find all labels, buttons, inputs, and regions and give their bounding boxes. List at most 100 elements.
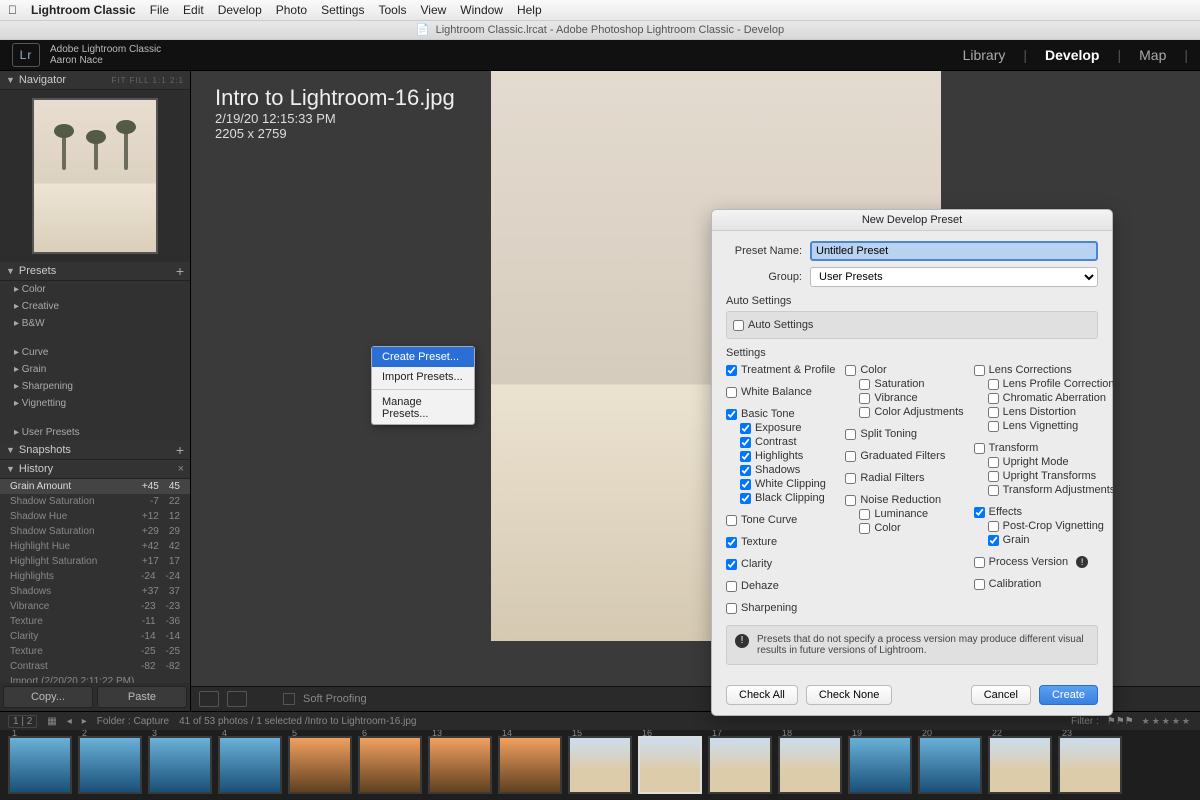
- ctx-import-presets[interactable]: Import Presets...: [372, 367, 474, 387]
- setting-checkbox[interactable]: Post-Crop Vignetting: [974, 519, 1120, 533]
- mac-menu-item[interactable]: View: [420, 3, 446, 17]
- setting-checkbox[interactable]: White Clipping: [726, 477, 835, 491]
- group-select[interactable]: User Presets: [810, 267, 1098, 287]
- grid-icon[interactable]: ▦: [47, 716, 56, 727]
- history-step[interactable]: Highlight Saturation+1717: [0, 554, 190, 569]
- folder-path[interactable]: Folder : Capture: [97, 716, 169, 727]
- mac-menu-item[interactable]: File: [150, 3, 169, 17]
- arrow-left-icon[interactable]: ◂: [67, 716, 72, 727]
- setting-checkbox[interactable]: Grain: [974, 533, 1120, 547]
- filmstrip-thumbnail[interactable]: 2: [78, 736, 142, 794]
- add-preset-icon[interactable]: +: [176, 263, 184, 279]
- setting-checkbox[interactable]: Shadows: [726, 463, 835, 477]
- setting-checkbox[interactable]: Treatment & Profile: [726, 363, 835, 377]
- filmstrip-thumbnail[interactable]: 20: [918, 736, 982, 794]
- preset-folder[interactable]: ▸ Grain: [0, 361, 190, 378]
- cancel-button[interactable]: Cancel: [971, 685, 1031, 705]
- auto-settings-checkbox[interactable]: [733, 320, 744, 331]
- history-step[interactable]: Shadow Saturation-722: [0, 494, 190, 509]
- setting-checkbox[interactable]: Luminance: [845, 507, 963, 521]
- history-step[interactable]: Highlights-24-24: [0, 569, 190, 584]
- history-step[interactable]: Texture-25-25: [0, 644, 190, 659]
- setting-checkbox[interactable]: Sharpening: [726, 601, 835, 615]
- setting-checkbox[interactable]: Effects: [974, 505, 1120, 519]
- setting-checkbox[interactable]: Vibrance: [845, 391, 963, 405]
- module-develop[interactable]: Develop: [1045, 47, 1099, 63]
- setting-checkbox[interactable]: Chromatic Aberration: [974, 391, 1120, 405]
- setting-checkbox[interactable]: Highlights: [726, 449, 835, 463]
- rating-filter[interactable]: ★★★★★: [1142, 716, 1192, 727]
- setting-checkbox[interactable]: Transform Adjustments: [974, 483, 1120, 497]
- preset-folder[interactable]: ▸ Color: [0, 281, 190, 298]
- filmstrip-thumbnail[interactable]: 19: [848, 736, 912, 794]
- filmstrip-thumbnail[interactable]: 5: [288, 736, 352, 794]
- filmstrip-thumbnail[interactable]: 1: [8, 736, 72, 794]
- setting-checkbox[interactable]: Upright Transforms: [974, 469, 1120, 483]
- setting-checkbox[interactable]: Black Clipping: [726, 491, 835, 505]
- softproof-checkbox[interactable]: [283, 693, 295, 705]
- snapshots-header[interactable]: ▼Snapshots +: [0, 441, 190, 460]
- history-step[interactable]: Shadow Hue+1212: [0, 509, 190, 524]
- before-after-icon[interactable]: [227, 691, 247, 707]
- history-step[interactable]: Contrast-82-82: [0, 659, 190, 674]
- preset-folder[interactable]: ▸ User Presets: [0, 424, 190, 441]
- create-button[interactable]: Create: [1039, 685, 1098, 705]
- filmstrip-thumbnail[interactable]: 22: [988, 736, 1052, 794]
- paste-button[interactable]: Paste: [97, 686, 187, 708]
- mac-menu-item[interactable]: Help: [517, 3, 542, 17]
- setting-checkbox[interactable]: Dehaze: [726, 579, 835, 593]
- history-step[interactable]: Vibrance-23-23: [0, 599, 190, 614]
- history-header[interactable]: ▼History ×: [0, 460, 190, 479]
- history-step[interactable]: Clarity-14-14: [0, 629, 190, 644]
- mac-menu-item[interactable]: Develop: [218, 3, 262, 17]
- history-step[interactable]: Shadow Saturation+2929: [0, 524, 190, 539]
- add-snapshot-icon[interactable]: +: [176, 442, 184, 458]
- filmstrip-thumbnail[interactable]: 18: [778, 736, 842, 794]
- setting-checkbox[interactable]: Lens Profile Corrections: [974, 377, 1120, 391]
- setting-checkbox[interactable]: Calibration: [974, 577, 1120, 591]
- history-step[interactable]: Shadows+3737: [0, 584, 190, 599]
- setting-checkbox[interactable]: Saturation: [845, 377, 963, 391]
- filmstrip-thumbnail[interactable]: 3: [148, 736, 212, 794]
- mac-menu-item[interactable]: Window: [460, 3, 503, 17]
- setting-checkbox[interactable]: Upright Mode: [974, 455, 1120, 469]
- setting-checkbox[interactable]: Lens Corrections: [974, 363, 1120, 377]
- ctx-manage-presets[interactable]: Manage Presets...: [372, 392, 474, 424]
- check-none-button[interactable]: Check None: [806, 685, 893, 705]
- filmstrip-thumbnail[interactable]: 13: [428, 736, 492, 794]
- setting-checkbox[interactable]: Graduated Filters: [845, 449, 963, 463]
- preset-folder[interactable]: ▸ Creative: [0, 298, 190, 315]
- history-step[interactable]: Texture-11-36: [0, 614, 190, 629]
- clear-history-icon[interactable]: ×: [178, 463, 184, 475]
- mac-menu-item[interactable]: Photo: [276, 3, 307, 17]
- setting-checkbox[interactable]: Process Version!: [974, 555, 1120, 569]
- setting-checkbox[interactable]: Texture: [726, 535, 835, 549]
- filmstrip-thumbnail[interactable]: 23: [1058, 736, 1122, 794]
- navigator-thumbnail[interactable]: [0, 90, 190, 262]
- setting-checkbox[interactable]: Transform: [974, 441, 1120, 455]
- ctx-create-preset[interactable]: Create Preset...: [372, 347, 474, 367]
- setting-checkbox[interactable]: Tone Curve: [726, 513, 835, 527]
- setting-checkbox[interactable]: Radial Filters: [845, 471, 963, 485]
- filmstrip-thumbnail[interactable]: 16: [638, 736, 702, 794]
- module-map[interactable]: Map: [1139, 47, 1166, 63]
- setting-checkbox[interactable]: Contrast: [726, 435, 835, 449]
- module-library[interactable]: Library: [963, 47, 1006, 63]
- apple-icon[interactable]: : [8, 3, 17, 17]
- mac-menu-item[interactable]: Tools: [378, 3, 406, 17]
- preset-folder[interactable]: ▸ Vignetting: [0, 395, 190, 412]
- filmstrip-thumbnail[interactable]: 6: [358, 736, 422, 794]
- preset-name-input[interactable]: [810, 241, 1098, 261]
- flag-filter-icon[interactable]: ⚑⚑⚑: [1107, 716, 1134, 727]
- preset-folder[interactable]: ▸ Curve: [0, 344, 190, 361]
- setting-checkbox[interactable]: Exposure: [726, 421, 835, 435]
- filmstrip-thumbnail[interactable]: 14: [498, 736, 562, 794]
- setting-checkbox[interactable]: Lens Distortion: [974, 405, 1120, 419]
- mac-menu-item[interactable]: Edit: [183, 3, 204, 17]
- setting-checkbox[interactable]: Basic Tone: [726, 407, 835, 421]
- setting-checkbox[interactable]: Clarity: [726, 557, 835, 571]
- navigator-modes[interactable]: FIT FILL 1:1 2:1: [112, 76, 184, 85]
- mac-menu-item[interactable]: Settings: [321, 3, 364, 17]
- setting-checkbox[interactable]: Lens Vignetting: [974, 419, 1120, 433]
- setting-checkbox[interactable]: Color Adjustments: [845, 405, 963, 419]
